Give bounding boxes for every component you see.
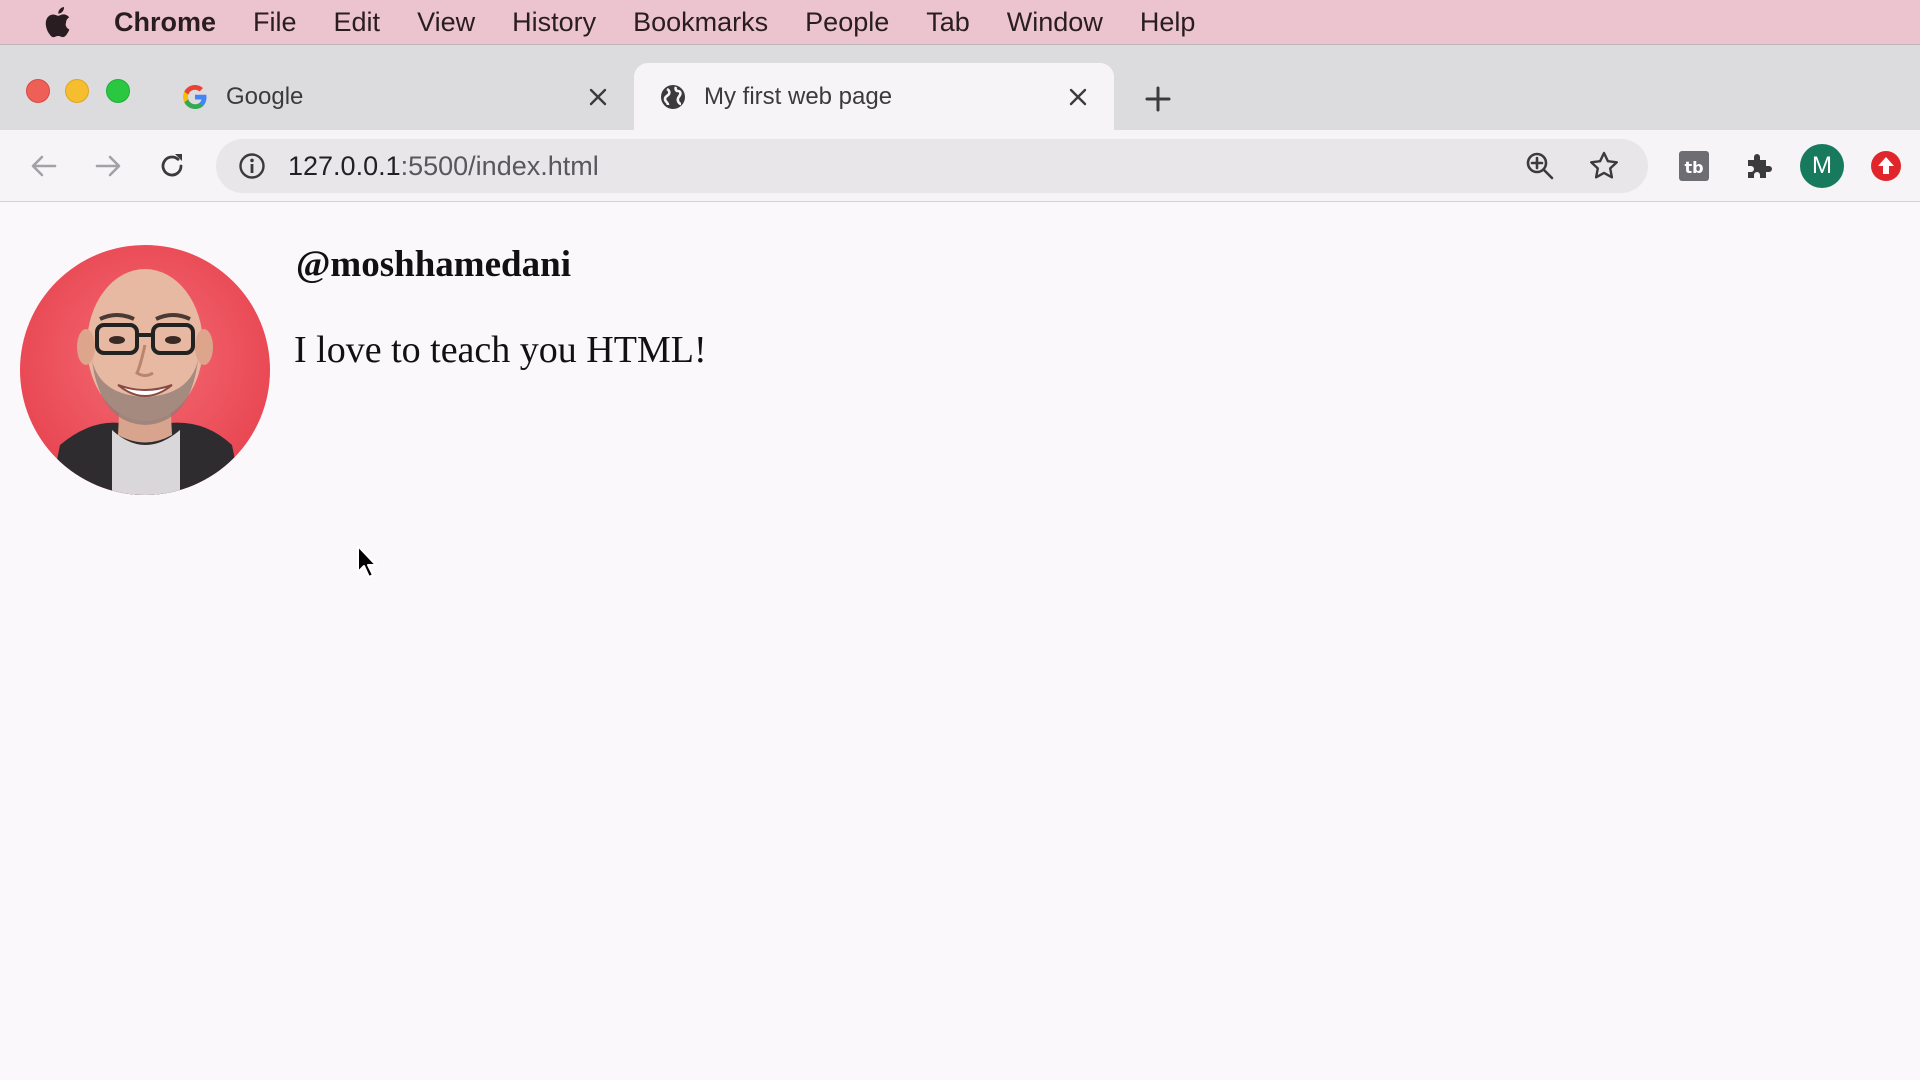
profile-username: @moshhamedani: [296, 244, 571, 285]
back-arrow-icon[interactable]: [24, 146, 64, 186]
close-window-button[interactable]: [26, 79, 50, 103]
menu-bookmarks[interactable]: Bookmarks: [633, 7, 768, 38]
menu-people[interactable]: People: [805, 7, 889, 38]
menu-view[interactable]: View: [417, 7, 475, 38]
extensions-puzzle-icon[interactable]: [1738, 146, 1778, 186]
menu-tab[interactable]: Tab: [926, 7, 970, 38]
minimize-window-button[interactable]: [65, 79, 89, 103]
menu-file[interactable]: File: [253, 7, 297, 38]
bookmark-star-icon[interactable]: [1584, 146, 1624, 186]
profile-bio: I love to teach you HTML!: [294, 329, 707, 371]
close-icon[interactable]: [1062, 81, 1094, 113]
site-info-icon[interactable]: [236, 150, 268, 182]
tab-active-title: My first web page: [704, 83, 893, 110]
tab-google-title: Google: [226, 83, 304, 110]
menu-history[interactable]: History: [512, 7, 596, 38]
apple-logo-icon[interactable]: [40, 5, 74, 39]
macos-menu-bar: Chrome File Edit View History Bookmarks …: [0, 0, 1920, 44]
tab-google[interactable]: Google: [164, 63, 634, 131]
forward-arrow-icon[interactable]: [88, 146, 128, 186]
tab-strip: Google My first web page: [0, 44, 1920, 131]
url-text[interactable]: 127.0.0.1:5500/index.html: [288, 151, 1520, 182]
new-tab-plus-icon[interactable]: [1140, 81, 1176, 117]
close-icon[interactable]: [582, 81, 614, 113]
zoom-icon[interactable]: [1520, 146, 1560, 186]
extension-tb-icon[interactable]: tb: [1674, 146, 1714, 186]
svg-text:tb: tb: [1684, 158, 1703, 177]
menu-help[interactable]: Help: [1140, 7, 1196, 38]
url-path: :5500/index.html: [400, 150, 599, 181]
menu-chrome[interactable]: Chrome: [114, 7, 216, 38]
profile-avatar[interactable]: M: [1800, 144, 1844, 188]
zoom-window-button[interactable]: [106, 79, 130, 103]
globe-icon: [658, 82, 688, 112]
profile-photo: [20, 245, 270, 495]
google-g-icon: [180, 82, 210, 112]
menu-window[interactable]: Window: [1007, 7, 1103, 38]
address-bar[interactable]: 127.0.0.1:5500/index.html: [216, 139, 1648, 193]
update-arrow-icon[interactable]: [1866, 146, 1906, 186]
reload-icon[interactable]: [152, 146, 192, 186]
page-content: @moshhamedani I love to teach you HTML!: [0, 203, 1920, 1080]
mouse-cursor-icon: [356, 544, 380, 580]
browser-toolbar: 127.0.0.1:5500/index.html tb M: [0, 130, 1920, 202]
url-host: 127.0.0.1: [288, 150, 401, 181]
menu-edit[interactable]: Edit: [334, 7, 381, 38]
tab-my-first-web-page[interactable]: My first web page: [634, 63, 1114, 131]
